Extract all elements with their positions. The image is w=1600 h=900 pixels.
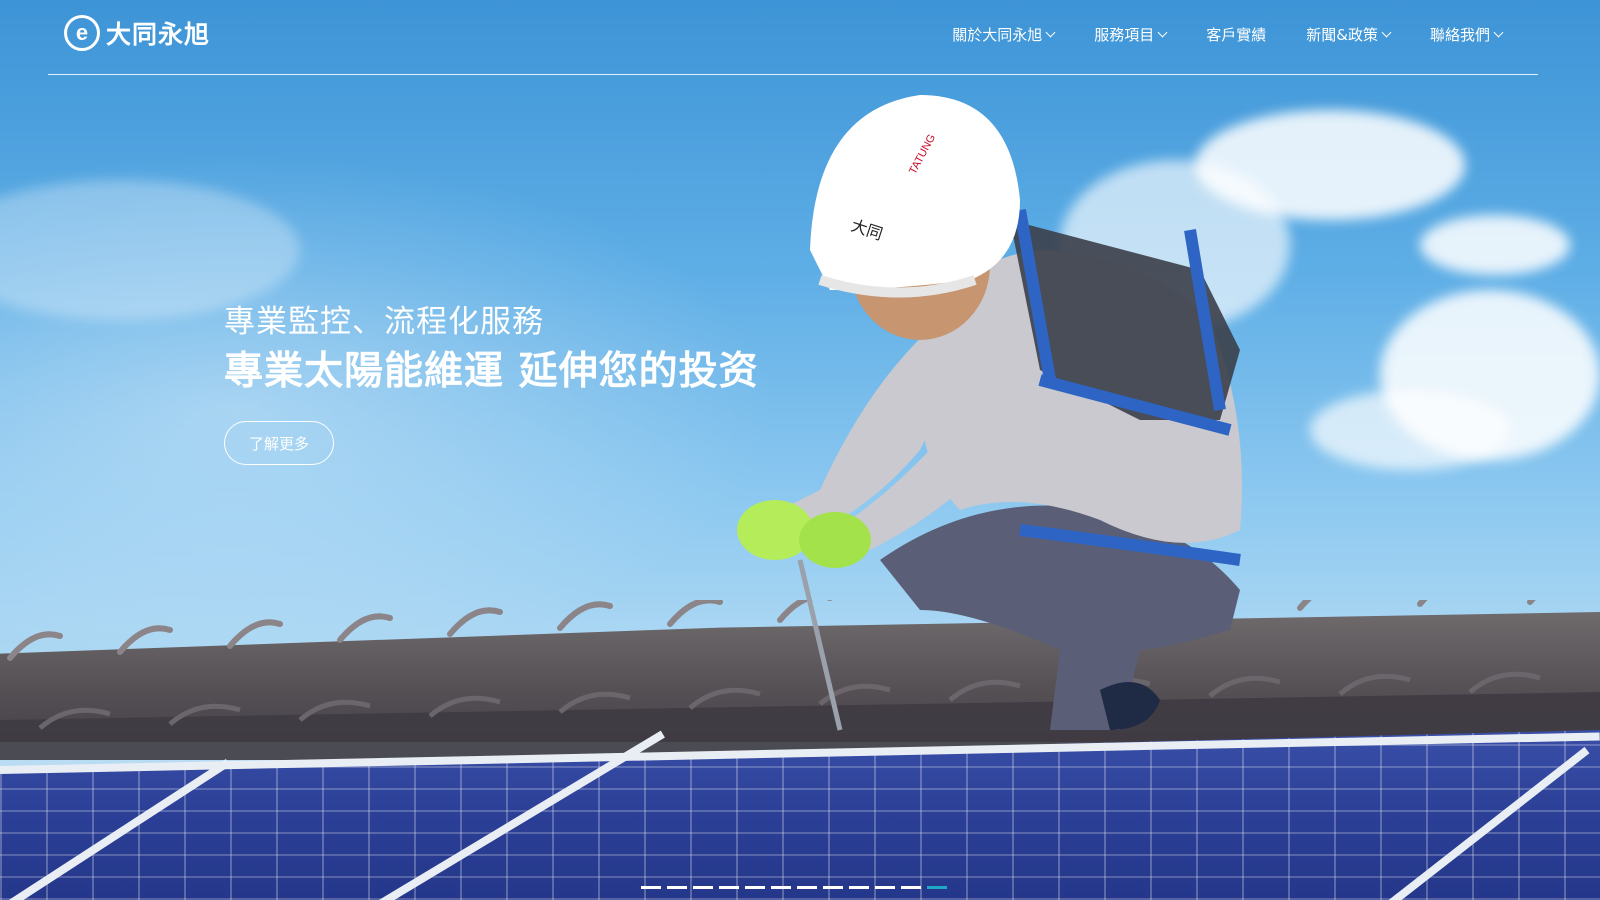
slider-pagination: [641, 886, 947, 889]
menu-item-label: 關於大同永旭: [952, 26, 1043, 44]
cloud: [1420, 215, 1570, 275]
slider-dot[interactable]: [849, 886, 869, 889]
slider-dot[interactable]: [641, 886, 661, 889]
slider-dot[interactable]: [927, 886, 947, 889]
site-logo[interactable]: e 大同永旭: [64, 15, 210, 51]
slider-dot[interactable]: [901, 886, 921, 889]
logo-icon: e: [64, 15, 100, 51]
menu-item-services[interactable]: 服務項目: [1094, 24, 1168, 45]
hero-title: 專業太陽能維運 延伸您的投资: [224, 349, 759, 394]
chevron-down-icon: [1045, 27, 1056, 38]
slider-dot[interactable]: [875, 886, 895, 889]
main-menu: 關於大同永旭 服務項目 客戶實績 新聞&政策 聯絡我們: [952, 24, 1504, 45]
menu-item-clients[interactable]: 客戶實績: [1206, 24, 1266, 45]
slider-dot[interactable]: [797, 886, 817, 889]
slider-dot[interactable]: [667, 886, 687, 889]
slider-dot[interactable]: [745, 886, 765, 889]
chevron-down-icon: [1493, 27, 1504, 38]
chevron-down-icon: [1157, 27, 1168, 38]
hero-subtitle: 專業監控、流程化服務: [224, 304, 544, 340]
menu-item-label: 聯絡我們: [1429, 26, 1490, 44]
menu-item-label: 新聞&政策: [1306, 26, 1378, 44]
logo-text: 大同永旭: [106, 20, 211, 49]
menu-item-label: 服務項目: [1094, 26, 1155, 44]
top-navbar: e 大同永旭 關於大同永旭 服務項目 客戶實績 新聞&政策 聯絡我們: [48, 0, 1538, 75]
menu-item-label: 客戶實績: [1206, 26, 1267, 44]
slider-dot[interactable]: [719, 886, 739, 889]
slider-dot[interactable]: [693, 886, 713, 889]
menu-item-contact[interactable]: 聯絡我們: [1429, 24, 1504, 45]
slider-dot[interactable]: [771, 886, 791, 889]
hero-banner: 大同 TATUNG e 大同永旭 關於大同永旭 服務項目 客戶實績 新聞&政策: [0, 0, 1600, 900]
worker-illustration: 大同 TATUNG: [737, 95, 1242, 731]
cloud: [1310, 390, 1510, 470]
slider-dot[interactable]: [823, 886, 843, 889]
menu-item-news[interactable]: 新聞&政策: [1306, 24, 1392, 45]
chevron-down-icon: [1381, 27, 1392, 38]
learn-more-button[interactable]: 了解更多: [224, 421, 334, 465]
menu-item-about[interactable]: 關於大同永旭: [952, 24, 1056, 45]
